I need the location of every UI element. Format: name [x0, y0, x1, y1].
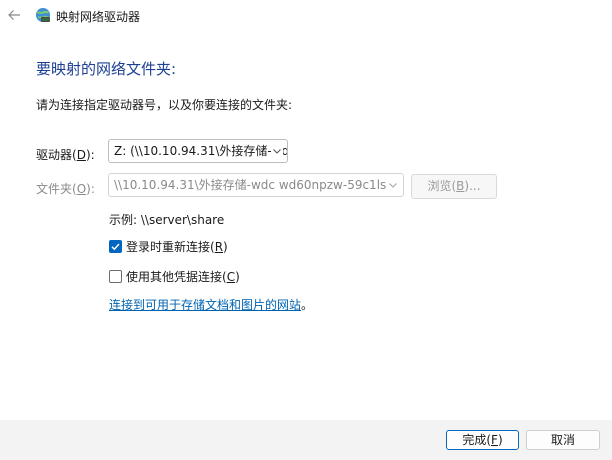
window-title: 映射网络驱动器 [56, 10, 141, 24]
reconnect-at-signin-checkbox[interactable]: 登录时重新连接(R) [109, 238, 228, 254]
folder-label: 文件夹(O): [36, 182, 95, 196]
checkbox-checked-icon[interactable] [109, 239, 122, 253]
example-text: 示例: \\server\share [109, 213, 225, 227]
drive-label: 驱动器(D): [36, 148, 95, 162]
connect-website-link[interactable]: 连接到可用于存储文档和图片的网站。 [109, 296, 313, 313]
title-bar: 映射网络驱动器 [0, 0, 612, 32]
checkbox-unchecked-icon[interactable] [109, 269, 122, 283]
back-arrow-icon[interactable] [7, 8, 21, 22]
browse-button[interactable]: 浏览(B)... [411, 174, 497, 199]
drive-letter-value: Z: (\\10.10.94.31\外接存储-wdc wd60npzw-59c1… [114, 144, 288, 158]
use-other-credentials-label: 使用其他凭据连接(C) [126, 269, 240, 284]
folder-path-value: \\10.10.94.31\外接存储-wdc wd60npzw-59c1ls0 [114, 178, 394, 192]
page-heading: 要映射的网络文件夹: [36, 60, 177, 78]
back-button[interactable] [4, 5, 24, 25]
instruction-text: 请为连接指定驱动器号，以及你要连接的文件夹: [36, 98, 293, 112]
cancel-button[interactable]: 取消 [526, 430, 600, 450]
finish-button[interactable]: 完成(F) [446, 430, 519, 450]
network-drive-icon [36, 8, 50, 22]
drive-letter-select[interactable]: Z: (\\10.10.94.31\外接存储-wdc wd60npzw-59c1… [108, 139, 288, 163]
use-other-credentials-checkbox[interactable]: 使用其他凭据连接(C) [109, 268, 240, 284]
reconnect-at-signin-label: 登录时重新连接(R) [126, 239, 228, 254]
folder-path-combobox[interactable]: \\10.10.94.31\外接存储-wdc wd60npzw-59c1ls0 [108, 173, 404, 197]
chevron-down-icon [271, 145, 283, 157]
chevron-down-icon [387, 179, 399, 191]
dialog-footer [0, 420, 612, 460]
